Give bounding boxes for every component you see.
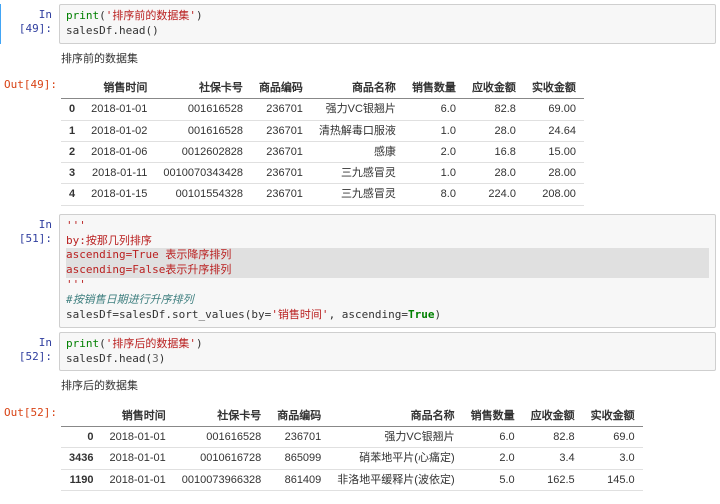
table-row: 34362018-01-010010616728865099硝苯地平片(心痛定)… <box>61 448 643 469</box>
input-prompt: In [51]: <box>4 214 59 247</box>
stdout-text: 排序后的数据集 <box>59 375 716 397</box>
column-header: 实收金额 <box>524 78 584 99</box>
column-header: 销售数量 <box>463 406 523 427</box>
table-row: 11902018-01-010010073966328861409非洛地平缓释片… <box>61 469 643 490</box>
column-header: 销售时间 <box>83 78 155 99</box>
column-header: 商品名称 <box>311 78 404 99</box>
column-header: 销售时间 <box>101 406 173 427</box>
column-header: 商品编码 <box>251 78 311 99</box>
column-header: 应收金额 <box>464 78 524 99</box>
column-header: 销售数量 <box>404 78 464 99</box>
table-row: 02018-01-01001616528236701强力VC银翘片6.082.8… <box>61 426 643 447</box>
output-prompt: Out[52]: <box>4 402 59 420</box>
table-row: 02018-01-01001616528236701强力VC银翘片6.082.8… <box>61 99 584 120</box>
column-header: 社保卡号 <box>174 406 270 427</box>
input-prompt: In [49]: <box>4 4 59 37</box>
code-cell[interactable]: ''' by:按那几列排序 ascending=True 表示降序排列 asce… <box>59 214 716 328</box>
code-cell[interactable]: print('排序后的数据集') salesDf.head(3) <box>59 332 716 372</box>
column-header: 商品编码 <box>269 406 329 427</box>
output-prompt: Out[49]: <box>4 74 59 92</box>
table-row: 22018-01-060012602828236701感康2.016.815.0… <box>61 141 584 162</box>
column-header: 应收金额 <box>523 406 583 427</box>
column-header: 实收金额 <box>583 406 643 427</box>
dataframe-table: 销售时间社保卡号商品编码商品名称销售数量应收金额实收金额02018-01-010… <box>61 406 643 491</box>
table-row: 12018-01-02001616528236701清热解毒口服液1.028.0… <box>61 120 584 141</box>
dataframe-table: 销售时间社保卡号商品编码商品名称销售数量应收金额实收金额02018-01-010… <box>61 78 584 206</box>
stdout-text: 排序前的数据集 <box>59 48 716 70</box>
column-header: 社保卡号 <box>155 78 251 99</box>
code-cell[interactable]: print('排序前的数据集') salesDf.head() <box>59 4 716 44</box>
column-header: 商品名称 <box>329 406 462 427</box>
table-row: 42018-01-1500101554328236701三九感冒灵8.0224.… <box>61 184 584 205</box>
input-prompt: In [52]: <box>4 332 59 365</box>
table-row: 32018-01-110010070343428236701三九感冒灵1.028… <box>61 163 584 184</box>
